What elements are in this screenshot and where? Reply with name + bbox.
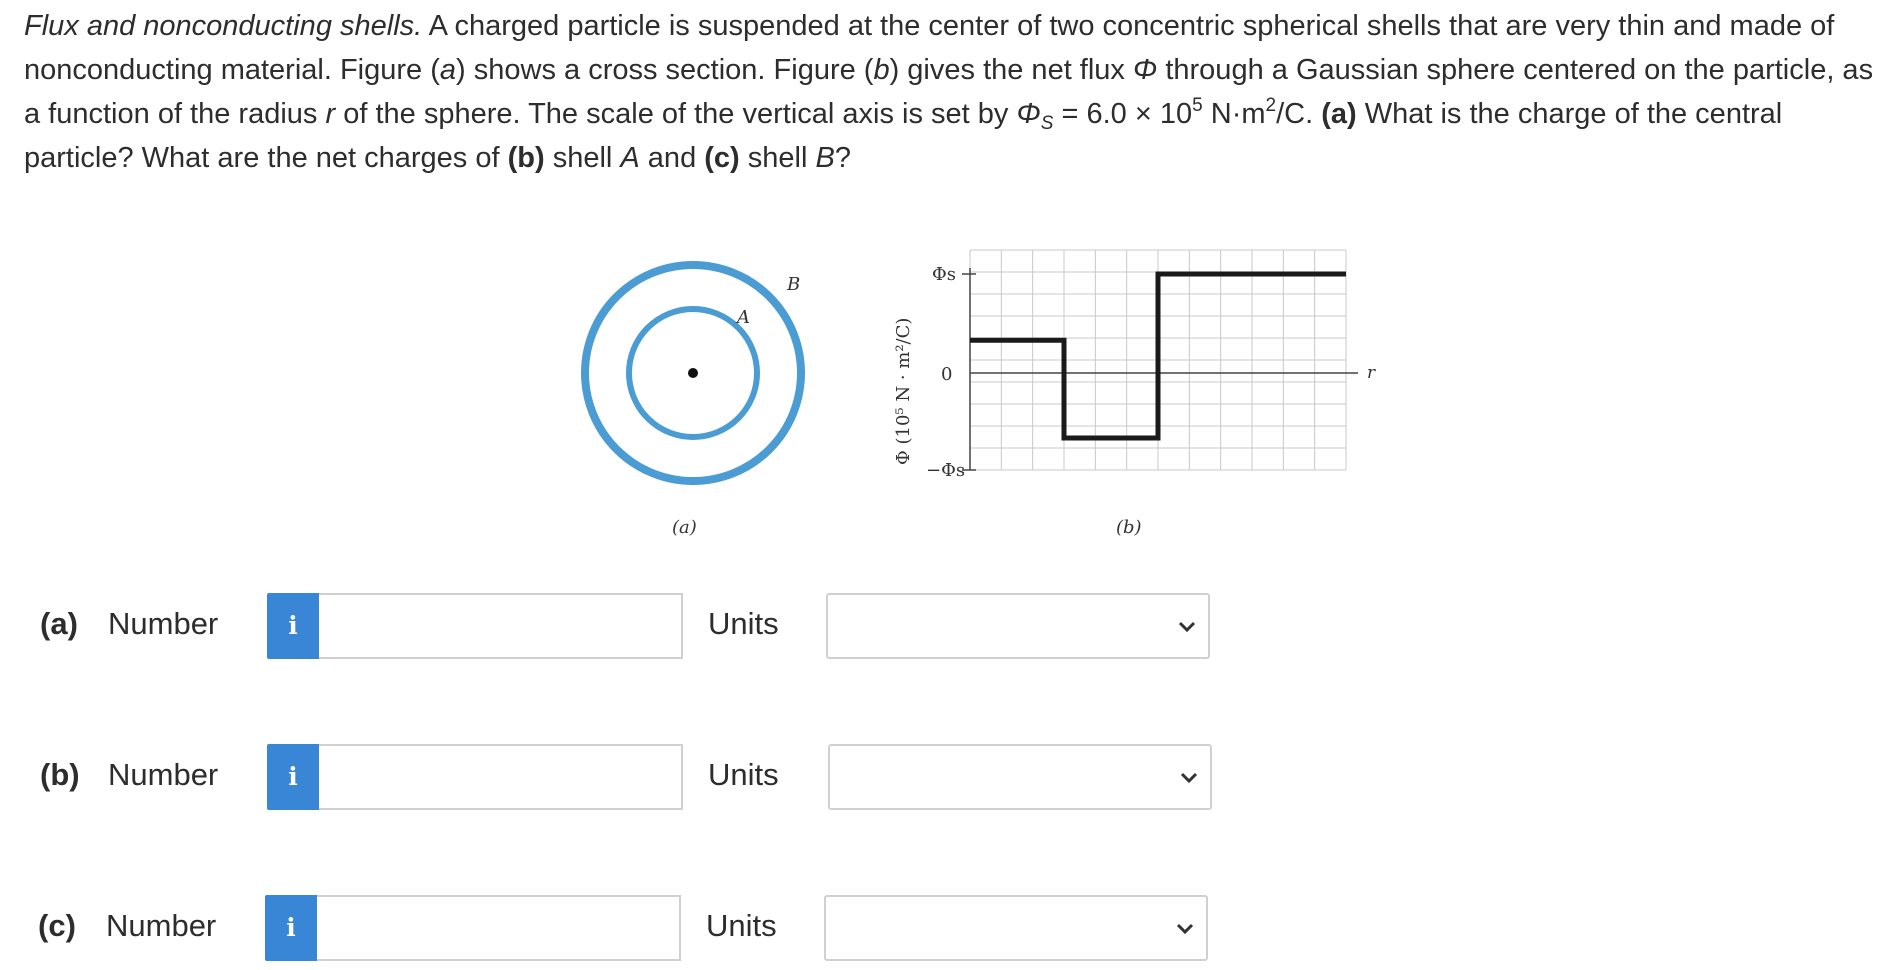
- flux-series-line: [970, 271, 1346, 441]
- units-dropdown[interactable]: [826, 593, 1210, 659]
- units-label: Units: [708, 606, 779, 641]
- y-tick-top: Φs: [932, 264, 956, 285]
- figure-a-caption: (a): [672, 517, 697, 538]
- y-tick-bottom: −Φs: [926, 460, 965, 481]
- chevron-down-icon: [1176, 923, 1194, 935]
- number-label: Number: [106, 908, 217, 943]
- info-icon[interactable]: i: [267, 593, 319, 659]
- figure-a: A B (a): [581, 261, 805, 538]
- info-icon[interactable]: i: [267, 744, 319, 810]
- chevron-down-icon: [1178, 621, 1196, 633]
- y-tick-zero: 0: [941, 364, 952, 385]
- number-input[interactable]: [319, 593, 683, 659]
- chevron-down-icon: [1180, 772, 1198, 784]
- figure-b-caption: (b): [1116, 517, 1142, 538]
- part-label: (a): [40, 606, 78, 641]
- figure-b: Φs 0 −Φs Φ (10⁵ N · m²/C) r (b): [893, 249, 1376, 538]
- number-input[interactable]: [319, 744, 683, 810]
- units-dropdown[interactable]: [824, 895, 1208, 961]
- number-label: Number: [108, 606, 219, 641]
- y-axis-label: Φ (10⁵ N · m²/C): [893, 318, 914, 465]
- number-label: Number: [108, 757, 219, 792]
- shell-b-label: B: [786, 274, 800, 295]
- units-label: Units: [708, 757, 779, 792]
- figures: A B (a) Φs 0 −Φs Φ (10⁵ N · m²/C) r (b): [581, 249, 1376, 538]
- part-label: (b): [40, 757, 80, 792]
- info-icon[interactable]: i: [265, 895, 317, 961]
- part-label: (c): [38, 908, 76, 943]
- units-dropdown[interactable]: [828, 744, 1212, 810]
- shell-a-label: A: [735, 307, 750, 328]
- x-axis-label: r: [1367, 363, 1376, 383]
- central-particle: [688, 368, 698, 378]
- number-input[interactable]: [317, 895, 681, 961]
- units-label: Units: [706, 908, 777, 943]
